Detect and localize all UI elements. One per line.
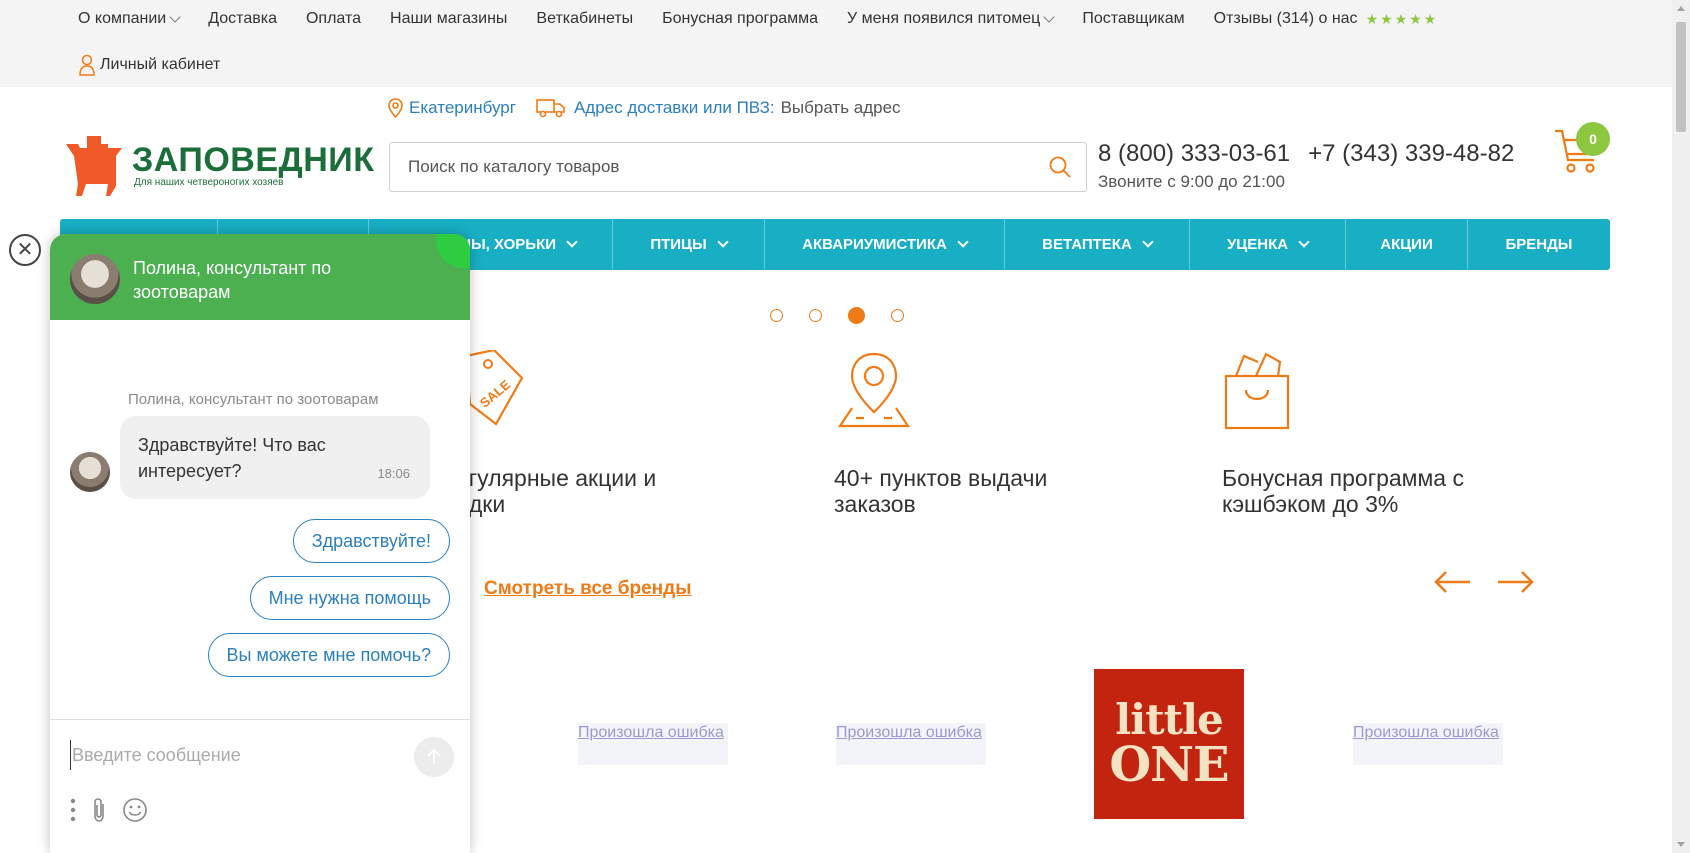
- chevron-down-icon: [1043, 10, 1055, 23]
- nav-item-birds[interactable]: ПТИЦЫ: [613, 219, 765, 270]
- topnav-item-company[interactable]: О компании: [78, 10, 181, 28]
- map-pin-icon: [837, 352, 911, 428]
- topnav-item-suppliers[interactable]: Поставщикам: [1082, 10, 1184, 28]
- brand-logo-little-one[interactable]: little ONE: [1094, 669, 1244, 819]
- online-indicator: [436, 234, 470, 268]
- topnav-item-new-pet[interactable]: У меня появился питомец: [847, 10, 1055, 28]
- arrow-right-icon[interactable]: [1496, 570, 1534, 599]
- search-icon[interactable]: [1048, 155, 1072, 184]
- logo-animal-icon: [66, 136, 122, 196]
- topnav-item-delivery[interactable]: Доставка: [208, 10, 277, 28]
- nav-item-discount[interactable]: УЦЕНКА: [1190, 219, 1346, 270]
- city-selector[interactable]: Екатеринбург: [409, 98, 516, 118]
- logo-name: ЗАПОВЕДНИК: [132, 140, 375, 179]
- chevron-down-icon: [169, 10, 181, 23]
- contact-phones: 8 (800) 333-03-61 +7 (343) 339-48-82 Звон…: [1098, 140, 1514, 192]
- phone-1[interactable]: 8 (800) 333-03-61: [1098, 140, 1290, 167]
- feature-pickup-points: 40+ пунктов выдачи заказов: [834, 350, 1047, 517]
- nav-item-brands[interactable]: БРЕНДЫ: [1468, 219, 1610, 270]
- brand-logo-error[interactable]: Произошла ошибка: [1353, 723, 1503, 765]
- chat-header: Полина, консультант по зоотоварам: [50, 234, 470, 320]
- topnav-item-reviews[interactable]: Отзывы (314) о нас ★★★★★: [1214, 10, 1439, 28]
- catalog-search: [389, 142, 1087, 192]
- location-pin-icon: [388, 98, 403, 118]
- top-bar: О компании Доставка Оплата Наши магазины…: [0, 0, 1672, 87]
- quick-reply-can-you-help[interactable]: Вы можете мне помочь?: [207, 633, 450, 677]
- chevron-down-icon: [566, 236, 578, 248]
- slider-dot-3[interactable]: [848, 307, 865, 324]
- topnav-item-vet[interactable]: Веткабинеты: [536, 10, 633, 28]
- topnav-item-bonus[interactable]: Бонусная программа: [662, 10, 818, 28]
- shopping-bag-icon: [1224, 352, 1290, 430]
- scrollbar-thumb[interactable]: [1676, 22, 1686, 132]
- brand-logo-error[interactable]: Произошла ошибка: [836, 723, 986, 765]
- feature-text: Бонусная программа с кэшбэком до 3%: [1222, 465, 1464, 517]
- cart-count-badge: 0: [1576, 122, 1610, 156]
- delivery-address-value[interactable]: Выбрать адрес: [781, 98, 901, 118]
- chat-input-area: [50, 719, 470, 853]
- paperclip-icon[interactable]: [90, 797, 108, 823]
- feature-text: 40+ пунктов выдачи заказов: [834, 465, 1048, 517]
- top-navigation: О компании Доставка Оплата Наши магазины…: [78, 10, 1467, 28]
- slider-dot-4[interactable]: [891, 309, 904, 322]
- user-icon: [79, 54, 95, 76]
- chat-header-title: Полина, консультант по зоотоварам: [133, 258, 332, 302]
- feature-text: егулярные акции и идки: [456, 465, 657, 517]
- message-text: Здравствуйте! Что вас интересует?: [138, 435, 326, 481]
- chevron-down-icon: [957, 236, 969, 248]
- nav-item-vet-pharmacy[interactable]: ВЕТАПТЕКА: [1005, 219, 1190, 270]
- scroll-down-arrow[interactable]: [1677, 842, 1685, 847]
- arrow-up-icon: [427, 748, 441, 764]
- arrow-left-icon[interactable]: [1434, 570, 1472, 599]
- quick-reply-need-help[interactable]: Мне нужна помощь: [249, 576, 450, 620]
- chevron-down-icon: [1142, 236, 1154, 248]
- more-options-icon[interactable]: [70, 798, 76, 822]
- message-input[interactable]: [70, 740, 370, 770]
- rating-stars: ★★★★★: [1365, 10, 1439, 27]
- delivery-truck-icon: [536, 99, 565, 118]
- nav-item-promotions[interactable]: АКЦИИ: [1346, 219, 1468, 270]
- slider-dots: [770, 307, 930, 324]
- feature-bonus: Бонусная программа с кэшбэком до 3%: [1222, 350, 1464, 517]
- page-scrollbar[interactable]: [1672, 0, 1690, 853]
- topnav-item-stores[interactable]: Наши магазины: [390, 10, 507, 28]
- chevron-down-icon: [717, 236, 729, 248]
- scroll-up-arrow[interactable]: [1677, 6, 1685, 11]
- topnav-item-payment[interactable]: Оплата: [306, 10, 361, 28]
- phone-2[interactable]: +7 (343) 339-48-82: [1308, 140, 1514, 167]
- personal-cabinet-link[interactable]: Личный кабинет: [78, 54, 220, 76]
- see-all-brands-link[interactable]: Смотреть все бренды: [484, 578, 691, 600]
- site-logo[interactable]: ЗАПОВЕДНИК Для наших четвероногих хозяев: [64, 134, 375, 196]
- svg-text:SALE: SALE: [477, 377, 513, 411]
- nav-item-aquaristics[interactable]: АКВАРИУМИСТИКА: [765, 219, 1005, 270]
- chat-close-button[interactable]: ✕: [9, 234, 41, 266]
- delivery-address-label[interactable]: Адрес доставки или ПВЗ:: [574, 98, 775, 118]
- quick-reply-hello[interactable]: Здравствуйте!: [292, 519, 450, 563]
- chevron-down-icon: [1298, 236, 1310, 248]
- location-row: Екатеринбург Адрес доставки или ПВЗ: Выб…: [388, 98, 901, 118]
- message-sender: Полина, консультант по зоотоварам: [128, 391, 379, 408]
- incoming-message: Здравствуйте! Что вас интересует? 18:06: [120, 416, 430, 499]
- brand-logo-error[interactable]: Произошла ошибка: [578, 723, 728, 765]
- chat-widget: Полина, консультант по зоотоварам Полина…: [50, 234, 470, 853]
- emoji-icon[interactable]: [122, 797, 148, 823]
- chat-toolbar: [70, 797, 162, 823]
- feature-promotions: SALE егулярные акции и идки: [456, 348, 657, 517]
- consultant-avatar: [70, 254, 120, 304]
- consultant-avatar-small: [70, 452, 110, 492]
- send-button[interactable]: [414, 737, 454, 777]
- message-time: 18:06: [377, 466, 410, 481]
- brands-carousel-controls: [1434, 570, 1558, 599]
- working-hours: Звоните с 9:00 до 21:00: [1098, 172, 1285, 191]
- close-icon: ✕: [16, 239, 34, 261]
- search-input[interactable]: [390, 143, 1010, 191]
- slider-dot-2[interactable]: [809, 309, 822, 322]
- slider-dot-1[interactable]: [770, 309, 783, 322]
